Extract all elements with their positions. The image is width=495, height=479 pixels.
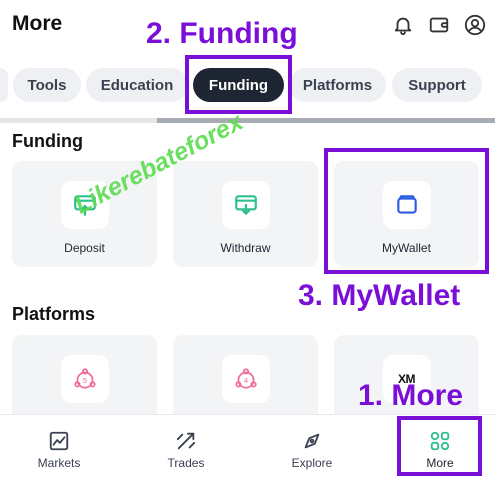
annotation-box-funding-tab	[185, 55, 292, 114]
tab-tools[interactable]: Tools	[13, 68, 81, 102]
funding-section-title: Funding	[12, 131, 83, 151]
nav-markets-label: Markets	[37, 456, 81, 470]
chart-icon	[49, 431, 69, 451]
nav-markets[interactable]: Markets	[9, 430, 109, 470]
annotation-box-more-nav	[397, 416, 482, 476]
platform-mt5-card[interactable]: 5	[12, 335, 157, 414]
profile-icon[interactable]	[462, 12, 488, 38]
mt4-icon: 4	[221, 355, 270, 403]
withdraw-icon	[221, 181, 270, 229]
nav-explore-label: Explore	[291, 456, 333, 470]
withdraw-label: Withdraw	[220, 241, 271, 255]
nav-explore[interactable]: Explore	[262, 430, 362, 470]
annotation-step-2: 2. Funding	[146, 17, 298, 50]
deposit-label: Deposit	[64, 241, 105, 255]
withdraw-card[interactable]: Withdraw	[173, 161, 318, 267]
mt5-icon-text: 5	[82, 376, 86, 385]
platforms-section-title: Platforms	[12, 304, 96, 324]
platform-mt4-card[interactable]: 4	[173, 335, 318, 414]
mt5-icon: 5	[60, 355, 109, 403]
nav-trades[interactable]: Trades	[136, 430, 236, 470]
tab-platforms[interactable]: Platforms	[289, 68, 386, 102]
bell-icon[interactable]	[390, 12, 416, 38]
trades-arrows-icon	[176, 432, 196, 450]
tab-partial[interactable]	[0, 68, 8, 102]
tab-education[interactable]: Education	[86, 68, 188, 102]
wallet-icon[interactable]	[426, 12, 452, 38]
annotation-step-3: 3. MyWallet	[298, 279, 461, 312]
compass-icon	[304, 433, 320, 449]
nav-trades-label: Trades	[167, 456, 205, 470]
page-title: More	[12, 12, 63, 35]
mt4-icon-text: 4	[243, 376, 247, 385]
annotation-box-mywallet	[324, 148, 489, 274]
annotation-step-1: 1. More	[358, 379, 464, 412]
tab-support[interactable]: Support	[392, 68, 482, 102]
